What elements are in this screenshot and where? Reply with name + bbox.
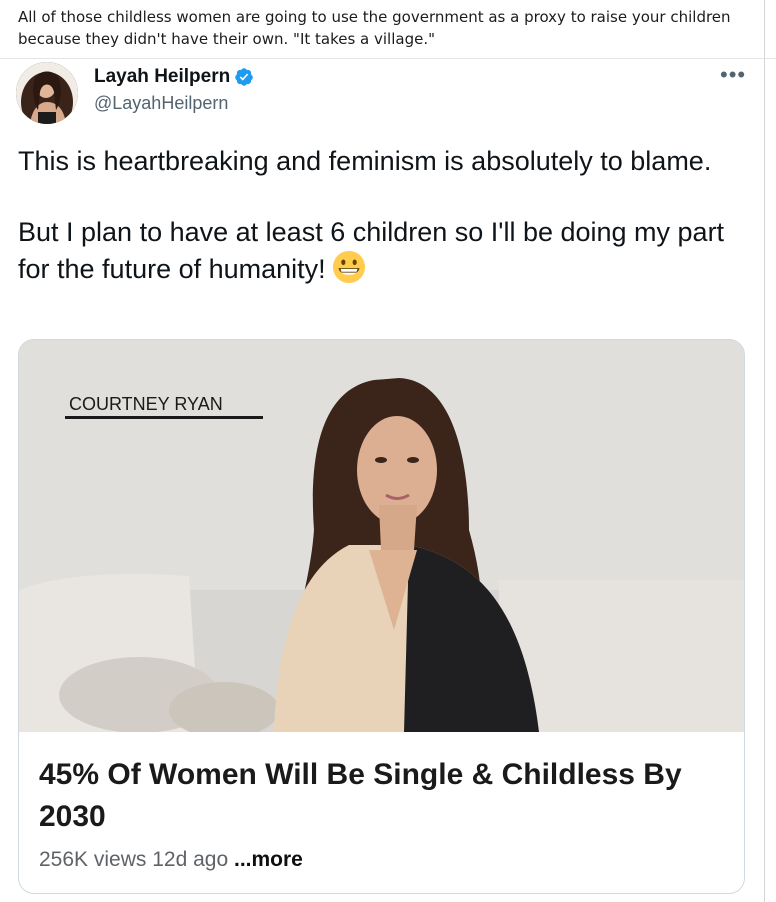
avatar-image — [16, 62, 78, 124]
upload-age: 12d ago — [152, 848, 229, 871]
author-handle[interactable]: @LayahHeilpern — [94, 93, 228, 114]
right-border — [764, 0, 765, 902]
grinning-face-icon — [332, 250, 365, 284]
video-title[interactable]: 45% Of Women Will Be Single & Childless … — [39, 754, 729, 838]
post-caption: All of those childless women are going t… — [18, 8, 731, 48]
verified-badge-icon — [235, 68, 253, 86]
video-thumbnail[interactable]: COURTNEY RYAN — [19, 340, 744, 732]
video-embed[interactable]: COURTNEY RYAN 45% Of Women Will Be Singl… — [18, 339, 745, 894]
more-link[interactable]: ...more — [234, 848, 303, 871]
tweet-paragraph-text: But I plan to have at least 6 children s… — [18, 217, 725, 284]
caption-divider — [0, 58, 776, 59]
author-name[interactable]: Layah Heilpern — [94, 66, 230, 88]
author-row: Layah Heilpern — [94, 66, 254, 88]
video-meta: 256K views 12d ago ...more — [39, 848, 303, 872]
view-count: 256K views — [39, 848, 147, 871]
tweet-paragraph: This is heartbreaking and feminism is ab… — [18, 146, 712, 176]
thumbnail-label: COURTNEY RYAN — [69, 394, 223, 414]
tweet-paragraph-2: But I plan to have at least 6 children s… — [18, 215, 748, 287]
screenshot: All of those childless women are going t… — [0, 0, 776, 902]
more-dots-icon[interactable]: ••• — [720, 62, 746, 88]
avatar[interactable] — [16, 62, 78, 124]
tweet-body: This is heartbreaking and feminism is ab… — [18, 144, 748, 323]
